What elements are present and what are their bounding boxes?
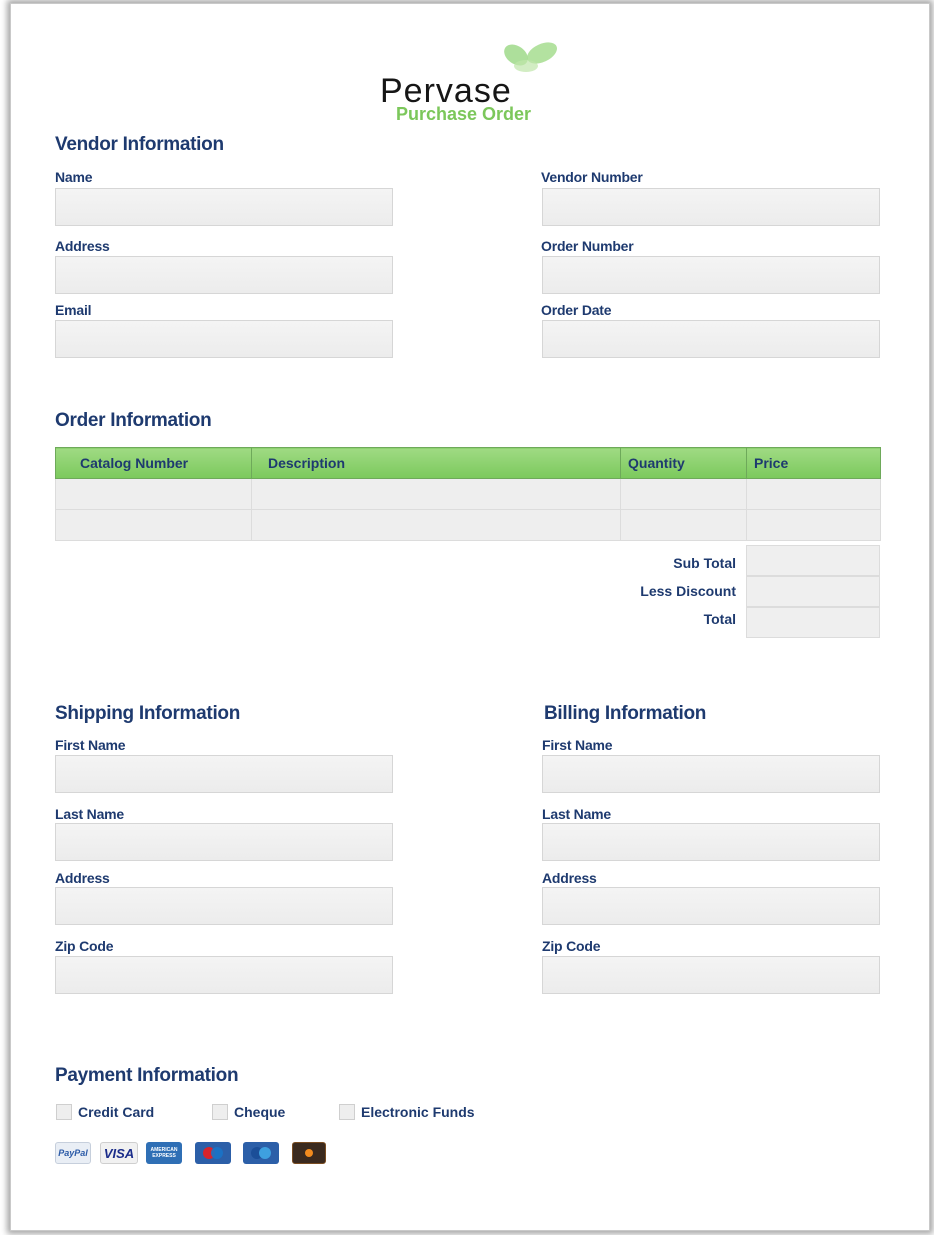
electronic-funds-checkbox[interactable] (339, 1104, 355, 1120)
order-number-label: Order Number (541, 238, 634, 254)
price-cell[interactable] (746, 478, 881, 510)
billing-zip-label: Zip Code (542, 938, 601, 954)
order-table: Catalog Number Description Quantity Pric… (55, 447, 881, 541)
billing-zip-field[interactable] (542, 956, 880, 994)
billing-last-name-label: Last Name (542, 806, 612, 822)
maestro-logo-icon (195, 1142, 231, 1164)
leaf-logo-icon (504, 42, 557, 72)
payment-heading: Payment Information (55, 1065, 239, 1086)
description-cell[interactable] (251, 509, 621, 541)
american-express-logo-icon: AMERICAN EXPRESS (146, 1142, 182, 1164)
less-discount-field[interactable] (746, 576, 880, 607)
table-row (55, 509, 881, 541)
shipping-zip-field[interactable] (55, 956, 393, 994)
column-header-description: Description (251, 447, 621, 479)
catalog-number-cell[interactable] (55, 478, 252, 510)
price-cell[interactable] (746, 509, 881, 541)
order-date-label: Order Date (541, 302, 612, 318)
order-table-header: Catalog Number Description Quantity Pric… (55, 447, 881, 479)
column-header-price: Price (746, 447, 881, 479)
vendor-name-label: Name (55, 169, 93, 185)
table-row (55, 478, 881, 510)
billing-first-name-label: First Name (542, 737, 613, 753)
shipping-first-name-label: First Name (55, 737, 126, 753)
credit-card-checkbox[interactable] (56, 1104, 72, 1120)
vendor-number-field[interactable] (542, 188, 880, 226)
cirrus-logo-icon (243, 1142, 279, 1164)
quantity-cell[interactable] (620, 509, 747, 541)
document-subtitle: Purchase Order (396, 104, 532, 124)
shipping-heading: Shipping Information (55, 703, 241, 724)
vendor-email-field[interactable] (55, 320, 393, 358)
column-header-quantity: Quantity (620, 447, 747, 479)
cheque-label: Cheque (234, 1104, 286, 1120)
vendor-email-label: Email (55, 302, 92, 318)
shipping-zip-label: Zip Code (55, 938, 114, 954)
cheque-checkbox[interactable] (212, 1104, 228, 1120)
vendor-heading: Vendor Information (55, 134, 224, 155)
less-discount-label: Less Discount (640, 583, 736, 599)
shipping-first-name-field[interactable] (55, 755, 393, 793)
total-label: Total (703, 611, 736, 627)
column-header-catalog-number: Catalog Number (55, 447, 252, 479)
electronic-funds-label: Electronic Funds (361, 1104, 475, 1120)
quantity-cell[interactable] (620, 478, 747, 510)
shipping-address-label: Address (55, 870, 110, 886)
discover-logo-icon (292, 1142, 326, 1164)
billing-address-field[interactable] (542, 887, 880, 925)
vendor-address-field[interactable] (55, 256, 393, 294)
vendor-name-field[interactable] (55, 188, 393, 226)
order-date-field[interactable] (542, 320, 880, 358)
visa-logo-icon: VISA (100, 1142, 138, 1164)
shipping-address-field[interactable] (55, 887, 393, 925)
paypal-logo-icon: PayPal (55, 1142, 91, 1164)
sub-total-field[interactable] (746, 545, 880, 576)
catalog-number-cell[interactable] (55, 509, 252, 541)
sub-total-label: Sub Total (673, 555, 736, 571)
billing-first-name-field[interactable] (542, 755, 880, 793)
order-number-field[interactable] (542, 256, 880, 294)
billing-last-name-field[interactable] (542, 823, 880, 861)
order-heading: Order Information (55, 410, 212, 431)
credit-card-label: Credit Card (78, 1104, 155, 1120)
shipping-last-name-field[interactable] (55, 823, 393, 861)
billing-address-label: Address (542, 870, 597, 886)
shipping-last-name-label: Last Name (55, 806, 125, 822)
vendor-number-label: Vendor Number (541, 169, 643, 185)
description-cell[interactable] (251, 478, 621, 510)
total-field[interactable] (746, 607, 880, 638)
billing-heading: Billing Information (544, 703, 707, 724)
vendor-address-label: Address (55, 238, 110, 254)
